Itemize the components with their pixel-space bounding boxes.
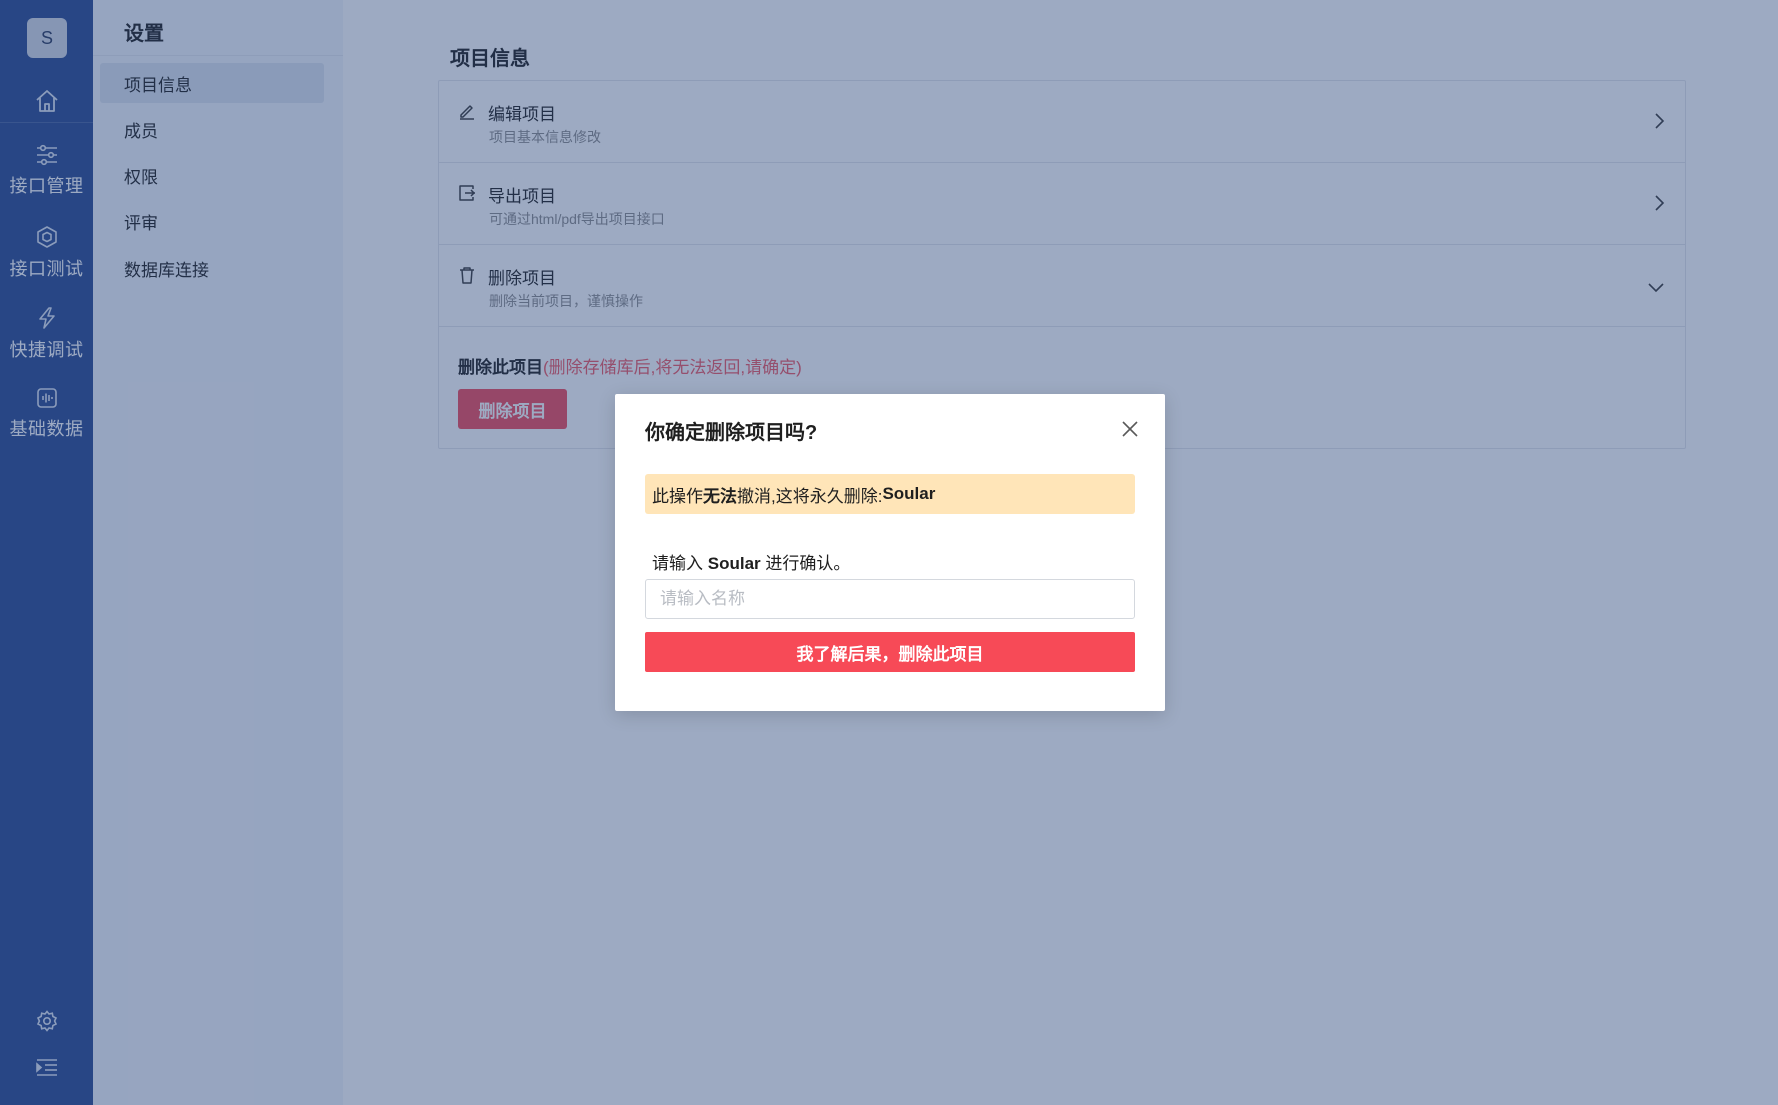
alert-middle: 撤消,这将永久删除: <box>737 486 883 506</box>
prompt-suffix: 进行确认。 <box>765 554 851 573</box>
confirm-prompt: 请输入 Soular 进行确认。 <box>652 549 850 574</box>
project-name-input[interactable] <box>645 579 1135 619</box>
alert-prefix: 此操作 <box>652 486 703 506</box>
warning-alert: 此操作 无法 撤消,这将永久删除: Soular <box>645 474 1135 514</box>
close-button[interactable] <box>1119 418 1141 440</box>
alert-bold: 无法 <box>703 486 737 506</box>
confirm-delete-button[interactable]: 我了解后果，删除此项目 <box>645 632 1135 672</box>
delete-confirm-modal: 你确定删除项目吗? 此操作 无法 撤消,这将永久删除: Soular 请输入 Soul… <box>615 394 1165 711</box>
prompt-prefix: 请输入 <box>652 554 703 573</box>
prompt-project-name: Soular <box>707 554 761 573</box>
alert-project-name: Soular <box>882 484 936 503</box>
close-icon <box>1122 421 1138 437</box>
modal-title: 你确定删除项目吗? <box>645 422 818 444</box>
